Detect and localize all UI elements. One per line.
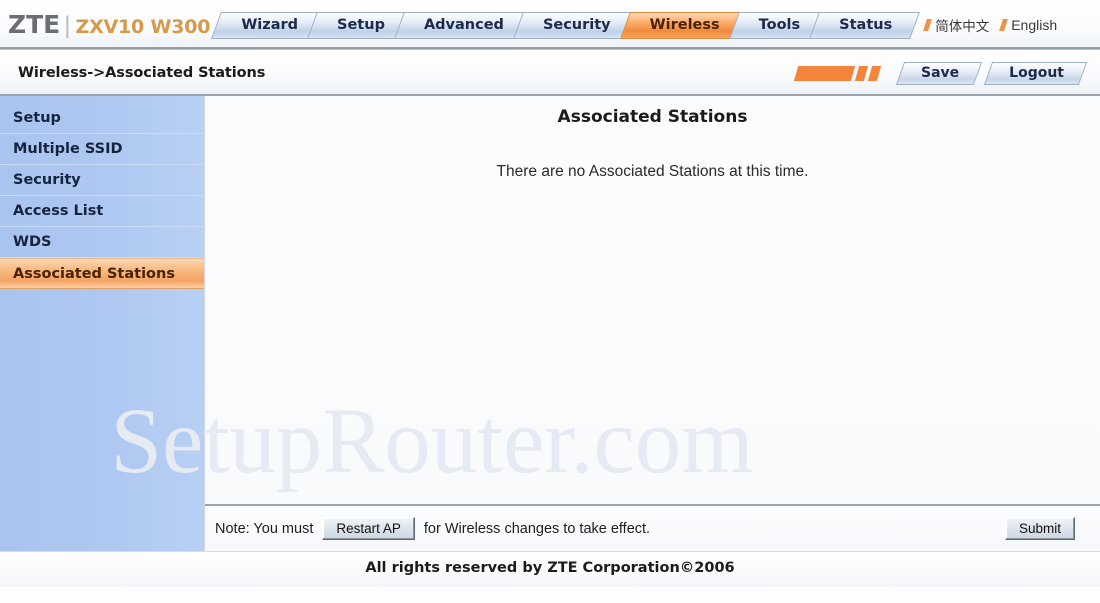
brand-logo: ZTE | ZXV10 W300 [8,10,211,40]
command-bar-actions: Save Logout [793,61,1086,85]
tab-advanced[interactable]: Advanced [404,11,521,39]
brand-model: ZXV10 W300 [75,16,211,38]
copyright-footer: All rights reserved by ZTE Corporation©2… [0,551,1100,587]
sidebar-item-security[interactable]: Security [0,165,204,196]
slash-marker-icon [923,19,933,31]
slash-marker-icon [999,19,1009,31]
top-navigation-bar: ZTE | ZXV10 W300 Wizard Setup Advanced S… [0,0,1100,50]
sidebar-navigation: Setup Multiple SSID Security Access List… [0,96,205,551]
language-label-chinese: 简体中文 [935,19,990,34]
empty-state-message: There are no Associated Stations at this… [496,163,809,180]
main-content: Associated Stations There are no Associa… [205,96,1100,551]
brand-name: ZTE [8,10,61,39]
sidebar-item-associated-stations[interactable]: Associated Stations [0,258,204,289]
brand-separator: | [64,12,71,39]
note-prefix-text: Note: You must [215,520,314,537]
sidebar-item-wds[interactable]: WDS [0,227,204,258]
save-button[interactable]: Save [905,61,974,85]
decoration-bar-small-icon [867,65,882,81]
sidebar-item-setup[interactable]: Setup [0,103,204,134]
tab-wireless[interactable]: Wireless [630,11,737,39]
note-bar: Note: You must Restart AP for Wireless c… [205,504,1100,551]
decoration-bar-small-icon [854,65,869,81]
tab-wizard[interactable]: Wizard [222,11,316,39]
language-link-english[interactable]: English [999,17,1058,33]
main-tabs: Wizard Setup Advanced Security Wireless … [222,11,910,39]
sidebar-item-access-list[interactable]: Access List [0,196,204,227]
tab-setup[interactable]: Setup [318,11,402,39]
note-suffix-text: for Wireless changes to take effect. [423,520,651,537]
router-admin-page: ZTE | ZXV10 W300 Wizard Setup Advanced S… [0,0,1100,603]
language-selector: 简体中文 English [923,15,1058,35]
page-title: Associated Stations [557,107,748,127]
submit-button[interactable]: Submit [1004,517,1075,540]
language-label-english: English [1011,17,1058,33]
tab-status[interactable]: Status [820,11,910,39]
decoration-bar-large-icon [793,65,856,81]
restart-ap-button[interactable]: Restart AP [322,517,415,540]
breadcrumb: Wireless->Associated Stations [18,65,266,81]
sidebar-item-multiple-ssid[interactable]: Multiple SSID [0,134,204,165]
language-link-chinese[interactable]: 简体中文 [923,15,990,35]
tab-security[interactable]: Security [523,11,628,39]
logout-button[interactable]: Logout [993,61,1078,85]
orange-decoration-bars [793,65,882,81]
tab-tools[interactable]: Tools [739,11,818,39]
command-bar: Wireless->Associated Stations Save Logou… [0,50,1100,96]
page-body: Setup Multiple SSID Security Access List… [0,96,1100,551]
submit-button-wrapper: Submit [996,517,1084,540]
